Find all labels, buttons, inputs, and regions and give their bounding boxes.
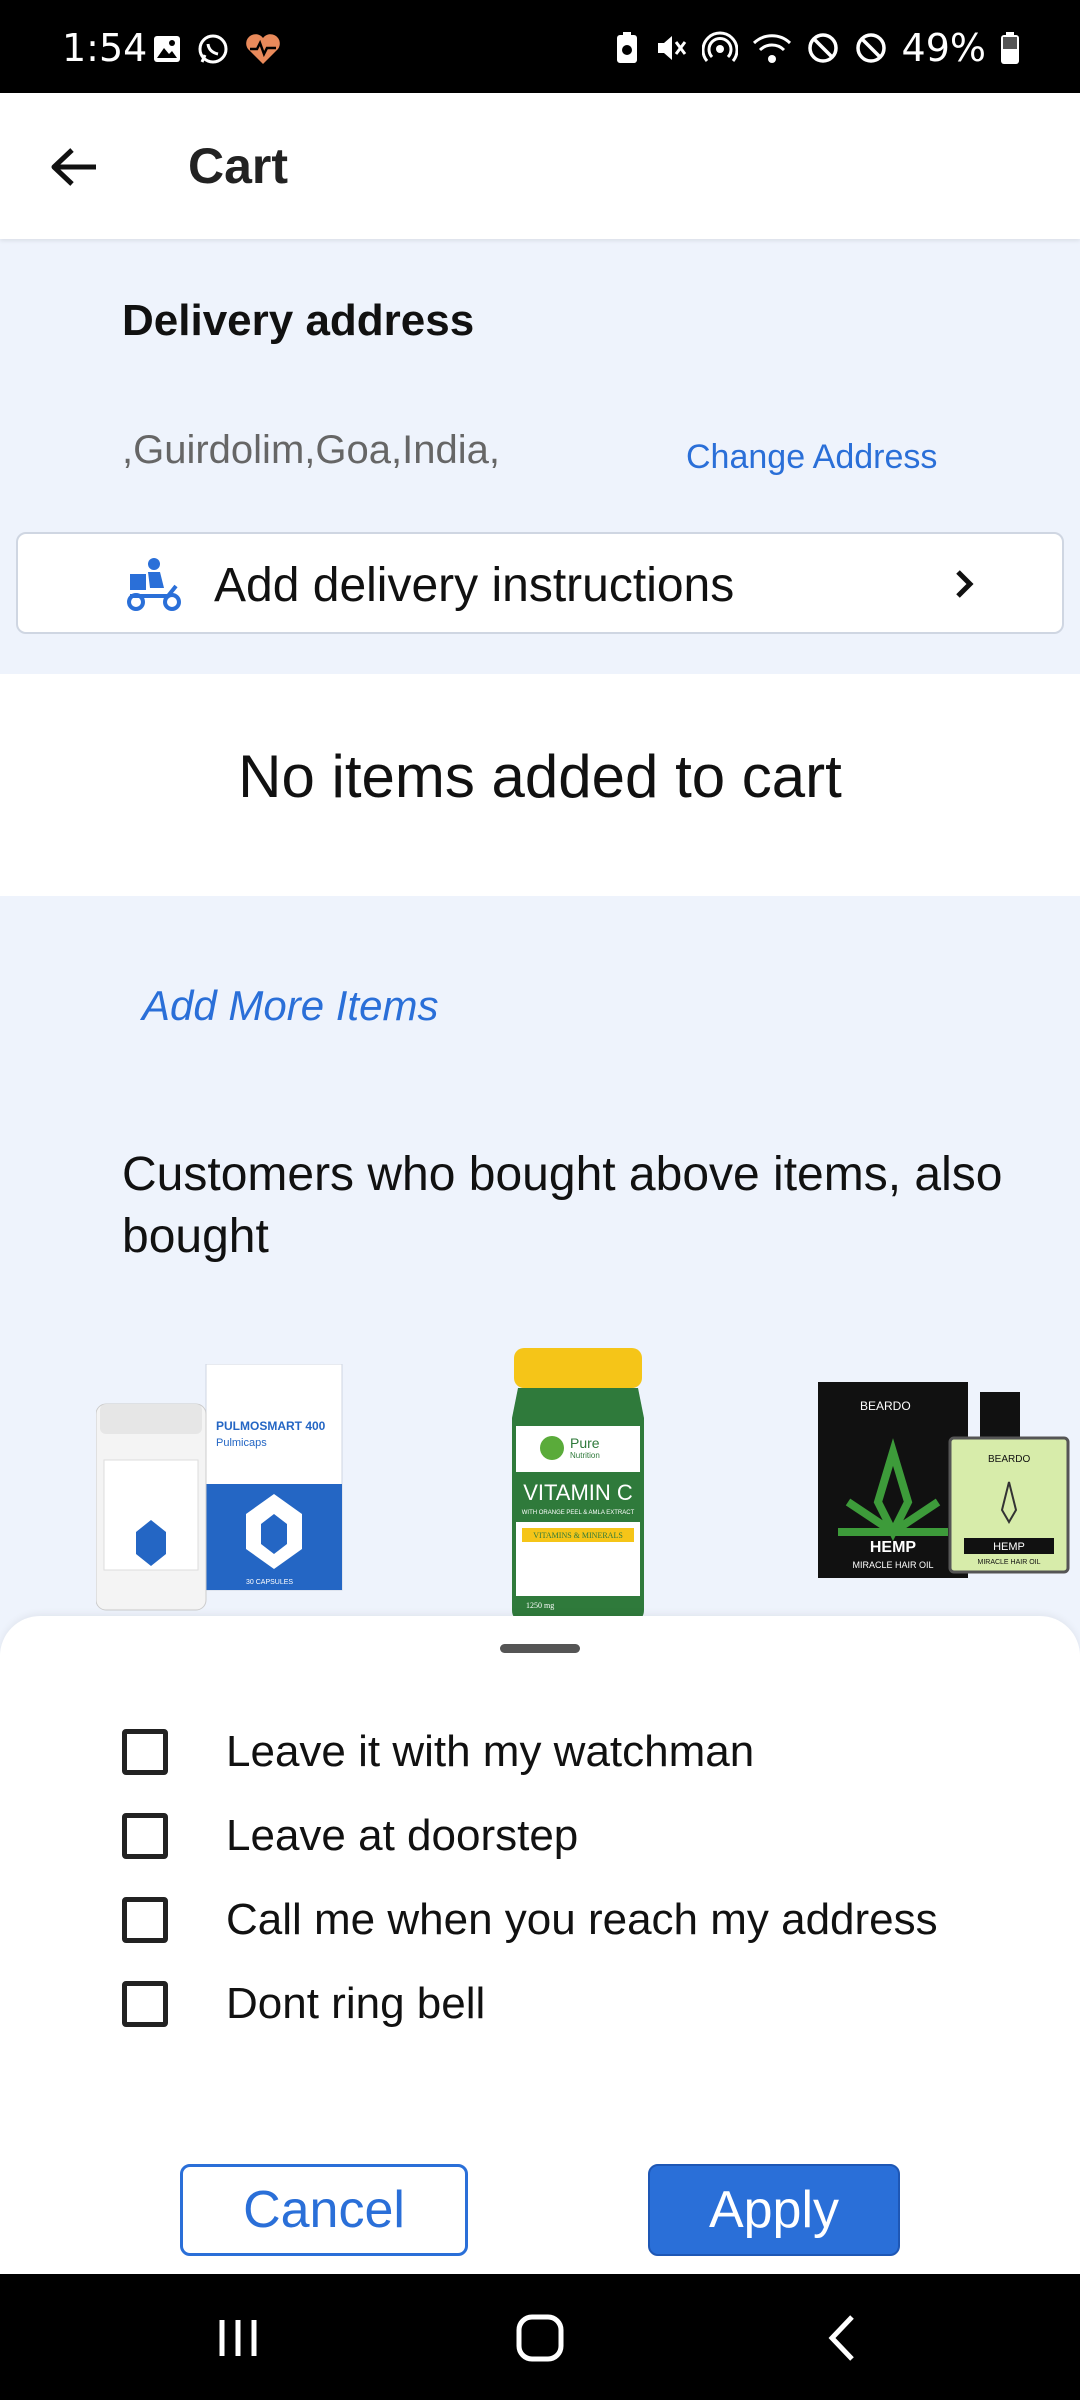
delivery-address-heading: Delivery address	[122, 296, 475, 345]
blocked-icon	[807, 33, 838, 63]
sheet-drag-handle[interactable]	[500, 1644, 580, 1653]
mute-icon	[657, 36, 686, 60]
checkbox-doorstep[interactable]	[122, 1813, 168, 1859]
product-band: VITAMINS & MINERALS	[533, 1531, 623, 1540]
option-dont-ring-bell[interactable]: Dont ring bell	[122, 1974, 485, 2034]
add-delivery-instructions-button[interactable]: Add delivery instructions	[16, 532, 1064, 634]
status-time: 1:54	[62, 26, 148, 70]
checkbox-watchman[interactable]	[122, 1729, 168, 1775]
back-nav-icon	[828, 2315, 854, 2361]
empty-cart-message: No items added to cart	[238, 743, 842, 810]
product-box-subtitle: Pulmicaps	[216, 1437, 267, 1449]
apply-button[interactable]: Apply	[648, 2164, 900, 2256]
product-card-beardo-hemp[interactable]: BEARDO HEMP MIRACLE HAIR OIL BEARDO HEMP…	[818, 1382, 1070, 1578]
app-bar: Cart	[0, 93, 1080, 239]
product-brand-bottle: BEARDO	[988, 1454, 1030, 1465]
whatsapp-icon	[198, 34, 228, 64]
change-address-link[interactable]: Change Address	[686, 438, 937, 477]
option-label-watchman: Leave it with my watchman	[226, 1727, 755, 1776]
arrow-left-icon	[51, 148, 96, 186]
battery-icon	[1001, 32, 1019, 64]
product-desc: WITH ORANGE PEEL & AMLA EXTRACT	[522, 1510, 635, 1516]
gallery-icon	[154, 36, 180, 62]
also-bought-heading: Customers who bought above items, also b…	[122, 1148, 1003, 1263]
product-weight: 1250 mg	[526, 1601, 554, 1610]
hotspot-icon	[701, 31, 738, 62]
product-image-pulmosmart: PULMOSMART 400 Pulmicaps 30 CAPSULES	[95, 1363, 343, 1611]
home-icon	[516, 2314, 564, 2362]
delivery-address-value: ,Guirdolim,Goa,India,	[122, 428, 500, 472]
option-label-call-me: Call me when you reach my address	[226, 1895, 938, 1944]
battery-percentage: 49%	[901, 26, 986, 70]
product-name: VITAMIN C	[523, 1480, 633, 1505]
back-nav-button[interactable]	[812, 2310, 872, 2366]
product-brand: Pure	[570, 1435, 600, 1451]
add-more-items-link[interactable]: Add More Items	[142, 982, 438, 1030]
product-desc-box: MIRACLE HAIR OIL	[852, 1560, 933, 1570]
option-doorstep[interactable]: Leave at doorstep	[122, 1806, 578, 1866]
delivery-instructions-sheet: Leave it with my watchman Leave at doors…	[0, 1616, 1080, 2274]
product-image-beardo-hemp: BEARDO HEMP MIRACLE HAIR OIL BEARDO HEMP…	[818, 1382, 1070, 1578]
product-brand-box: BEARDO	[860, 1399, 911, 1413]
blocked-icon-2	[855, 33, 886, 63]
recent-apps-button[interactable]	[208, 2310, 268, 2366]
status-bar: 1:54 49%	[0, 0, 1080, 93]
product-card-vitamin-c[interactable]: Pure Nutrition VITAMIN C WITH ORANGE PEE…	[508, 1348, 648, 1620]
home-button[interactable]	[510, 2310, 570, 2366]
option-label-dont-ring-bell: Dont ring bell	[226, 1979, 486, 2028]
product-box-count: 30 CAPSULES	[246, 1579, 293, 1586]
option-call-me[interactable]: Call me when you reach my address	[122, 1890, 938, 1950]
add-delivery-instructions-label: Add delivery instructions	[214, 559, 735, 612]
product-name-bottle: HEMP	[993, 1541, 1025, 1553]
recommended-products: PULMOSMART 400 Pulmicaps 30 CAPSULES Pur…	[0, 1330, 1080, 1620]
page-title: Cart	[188, 138, 289, 194]
product-card-pulmosmart[interactable]: PULMOSMART 400 Pulmicaps 30 CAPSULES	[95, 1363, 346, 1620]
product-name-box: HEMP	[870, 1539, 917, 1556]
notification-icons	[152, 32, 282, 66]
health-icon	[246, 34, 280, 64]
option-watchman[interactable]: Leave it with my watchman	[122, 1722, 754, 1782]
checkbox-call-me[interactable]	[122, 1897, 168, 1943]
wifi-icon	[752, 34, 791, 63]
system-nav-bar	[0, 2274, 1080, 2400]
cancel-button[interactable]: Cancel	[180, 2164, 468, 2256]
product-image-vitamin-c: Pure Nutrition VITAMIN C WITH ORANGE PEE…	[512, 1348, 644, 1620]
delivery-scooter-icon	[127, 558, 181, 611]
checkbox-dont-ring-bell[interactable]	[122, 1981, 168, 2027]
back-button[interactable]	[40, 133, 108, 201]
option-label-doorstep: Leave at doorstep	[226, 1811, 579, 1860]
battery-saver-icon	[616, 32, 637, 63]
recent-apps-icon	[219, 2320, 257, 2356]
product-desc-bottle: MIRACLE HAIR OIL	[977, 1559, 1040, 1566]
chevron-right-icon	[956, 570, 974, 598]
product-box-title: PULMOSMART 400	[216, 1419, 326, 1433]
system-icons: 49%	[614, 26, 1020, 70]
product-brand-sub: Nutrition	[570, 1451, 600, 1460]
